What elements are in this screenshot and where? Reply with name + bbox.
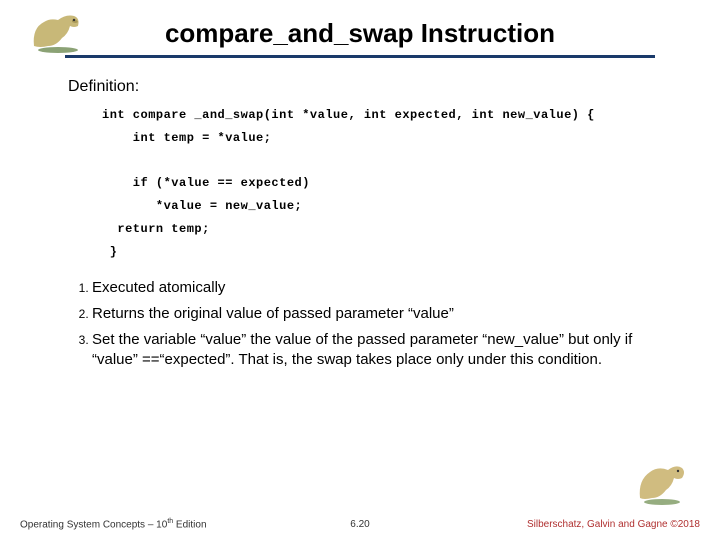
dinosaur-icon: [26, 8, 90, 54]
bullet-list: Executed atomically Returns the original…: [68, 278, 670, 371]
code-line: if (*value == expected): [102, 176, 310, 190]
slide-content: Definition: int compare _and_swap(int *v…: [0, 58, 720, 371]
slide-number: 6.20: [350, 519, 369, 530]
dinosaur-icon: [634, 456, 690, 506]
footer-left: Operating System Concepts – 10th Edition: [20, 518, 207, 530]
list-item: Returns the original value of passed par…: [92, 304, 670, 324]
book-title-prefix: Operating System Concepts – 10: [20, 519, 167, 530]
code-line: return temp;: [102, 222, 210, 236]
book-title-suffix: Edition: [173, 519, 206, 530]
code-line: }: [102, 245, 117, 259]
footer-credit: Silberschatz, Galvin and Gagne ©2018: [527, 519, 700, 530]
definition-label: Definition:: [68, 78, 670, 96]
code-line: *value = new_value;: [102, 199, 302, 213]
code-line: int temp = *value;: [102, 131, 271, 145]
slide-title: compare_and_swap Instruction: [165, 18, 555, 51]
list-item: Executed atomically: [92, 278, 670, 298]
code-line: int compare _and_swap(int *value, int ex…: [102, 108, 595, 122]
list-item: Set the variable “value” the value of th…: [92, 330, 670, 371]
slide-footer: Operating System Concepts – 10th Edition…: [0, 506, 720, 540]
code-block: int compare _and_swap(int *value, int ex…: [68, 104, 670, 264]
